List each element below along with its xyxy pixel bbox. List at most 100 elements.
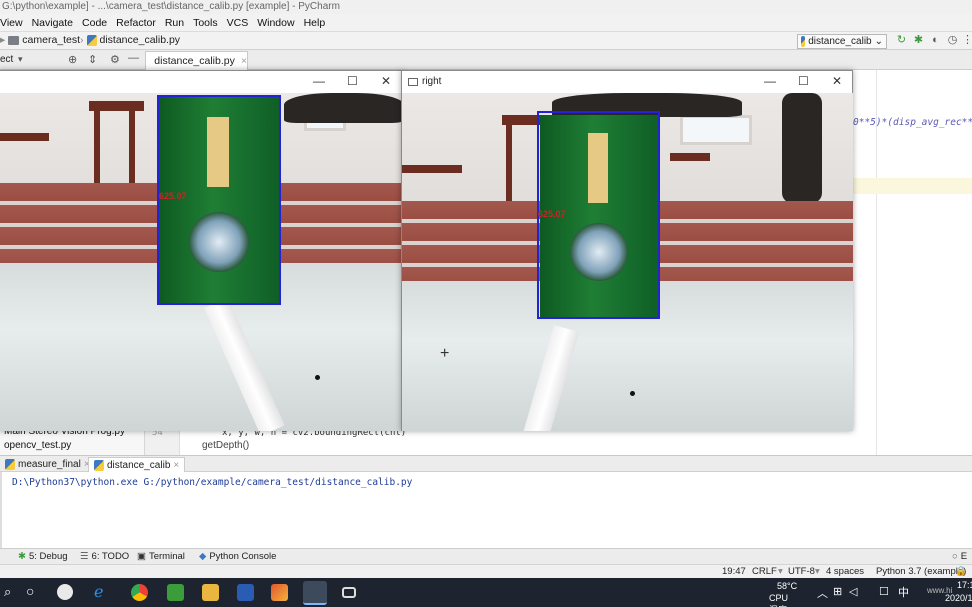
chevron-down-icon: ⌄ <box>874 36 883 47</box>
chrome-icon[interactable] <box>131 584 148 601</box>
status-bar: 19:47 CRLF ▾ UTF-8 ▾ 4 spaces Python 3.7… <box>0 564 972 578</box>
caret-position[interactable]: 19:47 <box>722 566 746 577</box>
file-encoding[interactable]: UTF-8 <box>788 566 815 577</box>
chevron-down-icon[interactable]: ▾ <box>18 54 23 65</box>
watermark: www.hi <box>927 586 953 595</box>
pycharm-task-icon[interactable] <box>303 581 327 605</box>
hide-icon[interactable]: — <box>128 52 139 64</box>
navigation-bar: ▸ camera_test › distance_calib.py distan… <box>0 31 972 50</box>
ie-browser-icon[interactable]: ℯ <box>94 582 103 602</box>
profile-icon[interactable]: ◷ <box>947 35 958 46</box>
ime-indicator[interactable]: 中 <box>898 584 909 600</box>
word-icon[interactable] <box>237 584 254 601</box>
python-file-icon <box>801 36 806 47</box>
lock-icon[interactable]: 🔒 <box>955 566 967 577</box>
python-interpreter[interactable]: Python 3.7 (example) <box>876 566 966 577</box>
cv-window-left[interactable]: — ☐ ✕ 625.07 <box>0 70 404 431</box>
nav-folder[interactable]: ▸ camera_test <box>0 34 80 46</box>
volume-icon[interactable]: ◁ <box>849 585 857 598</box>
tab-distance-calib-run[interactable]: distance_calib × <box>88 457 186 472</box>
menu-help[interactable]: Help <box>304 17 326 29</box>
rerun-icon[interactable]: ↻ <box>896 35 907 46</box>
console-command: D:\Python37\python.exe G:/python/example… <box>12 477 413 488</box>
bug-icon: ✱ <box>18 551 26 562</box>
menu-bar: View Navigate Code Refactor Run Tools VC… <box>0 14 972 31</box>
menu-refactor[interactable]: Refactor <box>116 17 156 29</box>
locate-icon[interactable]: ⊕ <box>68 53 77 66</box>
python-icon: ◆ <box>199 551 207 562</box>
close-icon[interactable]: ✕ <box>381 74 391 88</box>
nav-file[interactable]: › distance_calib.py <box>80 34 180 46</box>
maximize-icon[interactable]: ☐ <box>798 74 809 88</box>
debug-icon[interactable]: ✱ <box>913 35 924 46</box>
tool-row: ect ▾ ⊕ ⇕ ⚙ — distance_calib.py × <box>0 50 972 70</box>
run-tabs: measure_final × distance_calib × <box>0 455 972 472</box>
close-icon[interactable]: × <box>241 55 247 67</box>
menu-vcs[interactable]: VCS <box>227 17 249 29</box>
disparity-label: 625.07 <box>538 209 566 219</box>
python-console-tool-button[interactable]: ◆ Python Console <box>199 551 276 562</box>
file-explorer-icon[interactable] <box>202 584 219 601</box>
clock-time[interactable]: 17:1 <box>957 580 972 590</box>
task-view-icon[interactable]: ○ <box>26 583 34 599</box>
cv-window-title: right <box>422 76 442 87</box>
app-pinwheel-icon[interactable] <box>57 584 73 600</box>
minimize-icon[interactable]: — <box>313 74 325 88</box>
tab-distance-calib[interactable]: distance_calib.py × <box>145 51 248 70</box>
gear-icon[interactable]: ⚙ <box>110 53 120 66</box>
menu-view[interactable]: View <box>0 17 23 29</box>
window-icon <box>408 78 418 86</box>
terminal-icon: ▣ <box>137 551 146 562</box>
cv-window-right[interactable]: right — ☐ ✕ + 625.07 <box>401 70 853 431</box>
chevron-up-icon[interactable]: ︿ <box>817 585 828 601</box>
event-log-button[interactable]: ○ E <box>952 551 967 562</box>
editor-breadcrumb[interactable]: getDepth() <box>202 440 249 451</box>
list-item[interactable]: opencv_test.py <box>4 440 71 451</box>
menu-run[interactable]: Run <box>165 17 184 29</box>
disparity-label: 625.07 <box>159 191 187 201</box>
menu-tools[interactable]: Tools <box>193 17 218 29</box>
camera-image-left: 625.07 <box>0 93 404 431</box>
current-line-highlight <box>853 178 972 194</box>
line-separator[interactable]: CRLF <box>752 566 777 577</box>
network-icon[interactable]: ⊞ <box>833 585 842 598</box>
python-file-icon <box>94 459 104 471</box>
wechat-icon[interactable] <box>167 584 184 601</box>
window-titlebar: G:\python\example] - ...\camera_test\dis… <box>0 0 972 14</box>
run-config-select[interactable]: distance_calib ⌄ <box>797 34 887 49</box>
cpu-temp: 58°C <box>777 581 798 591</box>
console-side-strip <box>0 472 2 548</box>
notification-icon[interactable]: ☐ <box>879 585 889 598</box>
collapse-icon[interactable]: ⇕ <box>88 53 97 66</box>
matlab-icon[interactable] <box>271 584 288 601</box>
folder-icon <box>8 35 20 45</box>
coverage-icon[interactable]: ◐ <box>930 35 941 46</box>
minimize-icon[interactable]: — <box>764 74 776 88</box>
terminal-tool-button[interactable]: ▣ Terminal <box>137 551 185 562</box>
more-icon[interactable]: ⋮ <box>962 35 972 46</box>
search-icon[interactable]: ⌕ <box>4 584 11 600</box>
cv-window-titlebar: — ☐ ✕ <box>0 71 402 93</box>
python-file-icon <box>5 459 15 470</box>
camera-app-icon[interactable] <box>342 587 356 598</box>
python-file-icon <box>86 34 97 46</box>
menu-navigate[interactable]: Navigate <box>32 17 73 29</box>
cv-window-titlebar: right — ☐ ✕ <box>402 71 852 93</box>
close-icon[interactable]: ✕ <box>832 74 842 88</box>
debug-tool-button[interactable]: ✱ 5: Debug <box>18 551 68 562</box>
tab-measure-final[interactable]: measure_final × <box>0 457 95 472</box>
tool-window-strip: ✱ 5: Debug ☰ 6: TODO ▣ Terminal ◆ Python… <box>0 548 972 564</box>
window-title: G:\python\example] - ...\camera_test\dis… <box>2 1 340 12</box>
chevron-down-icon: ▾ <box>778 566 783 577</box>
code-line: 0**5)*(disp_avg_rec** <box>853 117 972 128</box>
maximize-icon[interactable]: ☐ <box>347 74 358 88</box>
event-log-icon: ○ <box>952 551 958 562</box>
indent-setting[interactable]: 4 spaces <box>826 566 864 577</box>
project-selector[interactable]: ect <box>0 54 13 65</box>
todo-tool-button[interactable]: ☰ 6: TODO <box>80 551 129 562</box>
menu-window[interactable]: Window <box>257 17 294 29</box>
close-icon[interactable]: × <box>173 460 179 471</box>
list-icon: ☰ <box>80 551 89 562</box>
menu-code[interactable]: Code <box>82 17 107 29</box>
chevron-down-icon: ▾ <box>815 566 820 577</box>
